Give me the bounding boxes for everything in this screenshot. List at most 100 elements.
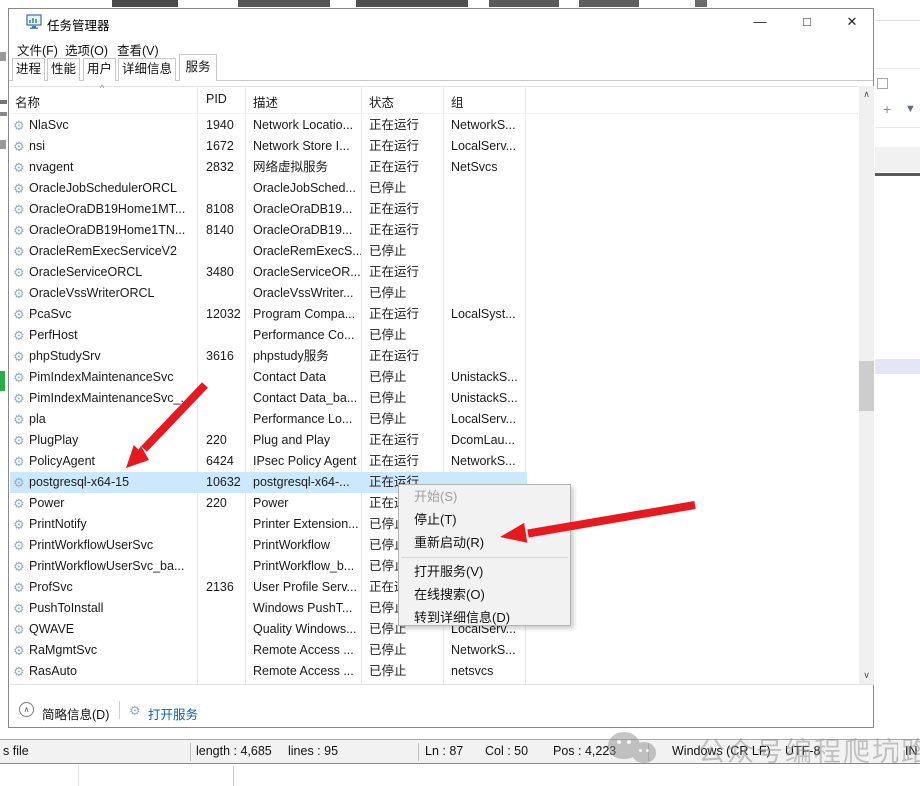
service-name: PrintNotify [29,517,87,531]
table-row[interactable]: ⚙ OracleJobSchedulerORCL OracleJobSched...… [10,178,527,199]
service-description: OracleRemExecS... [253,244,361,258]
table-row[interactable]: ⚙ PcaSvc 12032 Program Compa... 正在运行 LocalSys… [10,304,527,325]
status-file: s file [3,744,29,758]
service-gear-icon: ⚙ [13,559,25,574]
service-gear-icon: ⚙ [13,433,25,448]
service-status: 已停止 [369,328,407,342]
table-row[interactable]: ⚙ NlaSvc 1940 Network Locatio... 正在运行 Network… [10,115,527,136]
column-header-status[interactable]: 状态 [369,92,394,111]
table-row[interactable]: ⚙ OracleServiceORCL 3480 OracleServiceOR...… [10,262,527,283]
status-length: length : 4,685 [196,744,272,758]
tab-details[interactable]: 详细信息 [118,58,176,81]
service-name: PolicyAgent [29,454,96,468]
title-bar[interactable]: 任务管理器 — □ ✕ [9,9,873,35]
plus-icon[interactable]: + [883,101,891,117]
service-gear-icon: ⚙ [13,139,25,154]
tab-services[interactable]: 服务 [179,54,217,81]
service-name: PrintWorkflowUserSvc [29,538,154,552]
service-name: postgresql-x64-15 [29,475,130,489]
service-pid: 2832 [206,160,234,174]
status-mode: IN [905,744,918,758]
context-menu-item-4[interactable]: 打开服务(V) [399,561,570,583]
filter-icon[interactable]: ▼ [905,103,916,115]
service-description: Network Locatio... [253,118,354,132]
tab-users[interactable]: 用户 [83,58,116,81]
scroll-up-icon[interactable]: ∧ [859,86,874,103]
column-header-description[interactable]: 描述 [253,92,278,111]
scrollbar-thumb[interactable] [859,361,874,411]
service-description: Network Store I... [253,139,350,153]
table-row[interactable]: ⚙ OracleVssWriterORCL OracleVssWriter... 已停… [10,283,527,304]
close-button[interactable]: ✕ [832,9,872,35]
table-row[interactable]: ⚙ OracleOraDB19Home1TN... 8140 OracleOraDB1… [10,220,527,241]
tab-performance[interactable]: 性能 [47,58,80,81]
table-row[interactable]: ⚙ PimIndexMaintenanceSvc_... Contact Data_… [10,388,527,409]
service-group [451,178,526,199]
status-lines: lines : 95 [288,744,339,758]
tab-processes[interactable]: 进程 [12,58,45,81]
service-pid [206,535,250,556]
maximize-button[interactable]: □ [787,9,827,35]
status-divider [897,743,898,761]
service-description: OracleVssWriter... [253,286,354,300]
table-row[interactable]: ⚙ phpStudySrv 3616 phpstudy服务 正在运行 [10,346,527,367]
service-name: PushToInstall [29,601,104,615]
table-row[interactable]: ⚙ OracleOraDB19Home1MT... 8108 OracleOraDB1… [10,199,527,220]
service-gear-icon: ⚙ [13,181,25,196]
table-row[interactable]: ⚙ pla Performance Lo... 已停止 LocalServ... [10,409,527,430]
service-pid [206,388,250,409]
service-status: 正在运行 [369,139,420,153]
service-pid: 10632 [206,475,241,489]
fewer-details-label[interactable]: 简略信息(D) [42,704,109,723]
table-row[interactable]: ⚙ PimIndexMaintenanceSvc Contact Data 已停止 Un… [10,367,527,388]
service-description: Performance Co... [253,328,355,342]
service-gear-icon: ⚙ [13,265,25,280]
status-divider [648,743,649,761]
column-header-group[interactable]: 组 [451,92,464,111]
table-row[interactable]: ⚙ PolicyAgent 6424 IPsec Policy Agent 正在运行 Ne… [10,451,527,472]
open-services-link[interactable]: 打开服务 [148,704,198,723]
window-title: 任务管理器 [47,19,110,33]
services-gear-icon: ⚙ [129,703,141,718]
service-name: PlugPlay [29,433,79,447]
service-description: Quality Windows... [253,622,357,636]
left-green-fragment [0,371,5,391]
vertical-scrollbar[interactable]: ∧ ∨ [859,86,874,684]
table-row[interactable]: ⚙ RasAuto Remote Access ... 已停止 netsvcs [10,661,527,682]
table-row[interactable]: ⚙ OracleRemExecServiceV2 OracleRemExecS...… [10,241,527,262]
service-status: 正在运行 [369,202,420,216]
table-row[interactable]: ⚙ RaMgmtSvc Remote Access ... 已停止 NetworkS..… [10,640,527,661]
service-pid: 8108 [206,202,234,216]
background-dark-line [875,173,920,176]
background-checkbox[interactable] [877,78,888,89]
context-menu-item-6[interactable]: 转到详细信息(D) [399,607,570,629]
service-name: OracleJobSchedulerORCL [29,181,177,195]
service-status: 已停止 [369,412,407,426]
service-group [451,241,526,262]
table-row[interactable]: ⚙ PerfHost Performance Co... 已停止 [10,325,527,346]
service-description: Contact Data [253,370,326,384]
scroll-down-icon[interactable]: ∨ [859,667,874,684]
expand-details-icon[interactable]: ∧ [19,702,34,717]
table-row[interactable]: ⚙ nvagent 2832 网络虚拟服务 正在运行 NetSvcs [10,157,527,178]
context-menu-item-0[interactable]: 开始(S) [399,486,570,508]
service-gear-icon: ⚙ [13,643,25,658]
background-highlight-row [875,359,920,374]
service-description: Power [253,496,289,510]
service-gear-icon: ⚙ [13,622,25,637]
service-pid [206,409,250,430]
column-header-pid[interactable]: PID [206,92,227,106]
service-pid: 8140 [206,223,234,237]
service-gear-icon: ⚙ [13,475,25,490]
service-pid: 3616 [206,349,234,363]
context-menu-item-2[interactable]: 重新启动(R) [399,532,570,554]
service-pid [206,598,250,619]
service-name: RasAuto [29,664,77,678]
table-row[interactable]: ⚙ PlugPlay 220 Plug and Play 正在运行 DcomLau... [10,430,527,451]
column-header-name[interactable]: 名称 [15,92,40,111]
table-row[interactable]: ⚙ nsi 1672 Network Store I... 正在运行 LocalServ.… [10,136,527,157]
context-menu-item-5[interactable]: 在线搜索(O) [399,584,570,606]
minimize-button[interactable]: — [740,9,780,35]
context-menu-item-1[interactable]: 停止(T) [399,509,570,531]
status-eol: Windows (CR LF) [672,744,771,758]
